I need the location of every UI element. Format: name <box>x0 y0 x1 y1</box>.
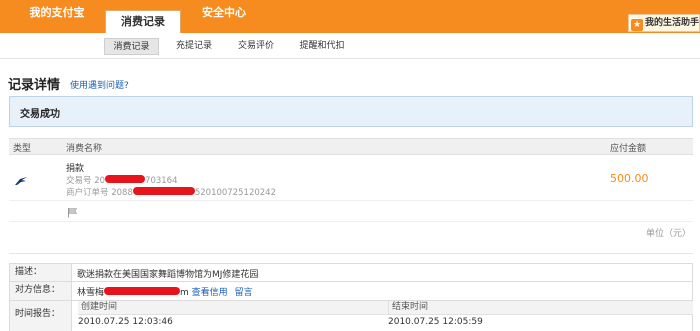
help-link[interactable]: 使用遇到问题? <box>70 78 129 91</box>
page-title: 记录详情 <box>8 78 61 93</box>
description-row: 描述： 歌迷捐款在美国国家舞蹈博物馆为MJ修建花园 <box>9 263 693 282</box>
alipay-swallow-icon <box>15 177 27 185</box>
unit-note: 单位（元） <box>646 229 692 239</box>
life-assistant-icon: ★ <box>631 19 643 31</box>
top-nav: 我的支付宝 消费记录 安全中心 ★ 我的生活助手 <box>0 0 700 33</box>
header-name: 消费名称 <box>66 144 103 154</box>
time-report-label: 时间报告： <box>10 301 72 331</box>
sub-nav: 消费记录 充提记录 交易评价 提醒和代扣 <box>0 33 700 59</box>
time-report-row: 时间报告： 创建时间 结束时间 2010.07.25 12:03:46 2010… <box>9 301 693 331</box>
counterparty-row: 对方信息： 林雪梅 m 查看信用 留言 <box>9 282 693 301</box>
header-type: 类型 <box>13 144 32 154</box>
trade-number: 交易号 20 703164 <box>66 174 178 186</box>
redaction-mark <box>105 175 146 183</box>
trade-number-end: 703164 <box>145 176 178 186</box>
order-number-end: 520100725120242 <box>194 188 276 198</box>
table-header: 类型 消费名称 应付金额 <box>9 138 693 155</box>
trade-number-start: 20 <box>94 176 106 186</box>
status-text: 交易成功 <box>20 109 60 120</box>
life-assistant-button[interactable]: ★ 我的生活助手 <box>628 14 700 32</box>
counterparty-value: 林雪梅 m 查看信用 留言 <box>77 285 253 298</box>
trade-number-label: 交易号 <box>66 176 92 186</box>
description-value: 歌迷捐款在美国国家舞蹈博物馆为MJ修建花园 <box>77 270 259 280</box>
order-number-start: 2088 <box>111 188 133 198</box>
counterparty-name-end: m <box>180 288 189 298</box>
created-time-value: 2010.07.25 12:03:46 <box>78 317 173 327</box>
created-time-header: 创建时间 <box>78 301 388 315</box>
message-link[interactable]: 留言 <box>235 288 253 298</box>
subnav-consumption-records[interactable]: 消费记录 <box>104 38 159 55</box>
view-credit-link[interactable]: 查看信用 <box>192 288 228 298</box>
description-label: 描述： <box>10 264 72 281</box>
tab-security-center[interactable]: 安全中心 <box>193 0 255 33</box>
order-number-label: 商户订单号 <box>66 188 109 198</box>
transaction-name: 捐款 <box>66 164 85 174</box>
subnav-trade-review[interactable]: 交易评价 <box>232 38 280 55</box>
subnav-reminders[interactable]: 提醒和代扣 <box>291 38 353 55</box>
life-assistant-label: 我的生活助手 <box>645 18 700 28</box>
tab-my-alipay[interactable]: 我的支付宝 <box>22 0 92 33</box>
payable-amount: 500.00 <box>610 172 649 185</box>
table-row: 捐款 交易号 20 703164 商户订单号 2088 52010072512024… <box>9 156 693 201</box>
counterparty-name-start: 林雪梅 <box>77 288 105 298</box>
counterparty-label: 对方信息： <box>10 282 72 300</box>
table-row-actions <box>9 202 693 222</box>
header-amount: 应付金额 <box>610 144 647 154</box>
divider <box>9 253 693 254</box>
ended-time-header: 结束时间 <box>388 301 693 315</box>
subnav-recharge-records[interactable]: 充提记录 <box>170 38 218 55</box>
flag-icon[interactable] <box>67 207 78 218</box>
redaction-mark <box>132 187 195 195</box>
status-banner: 交易成功 <box>9 96 693 127</box>
order-number: 商户订单号 2088 520100725120242 <box>66 186 276 198</box>
ended-time-value: 2010.07.25 12:05:59 <box>388 317 483 327</box>
tab-consumption-records[interactable]: 消费记录 <box>105 10 181 33</box>
redaction-mark <box>104 287 181 295</box>
